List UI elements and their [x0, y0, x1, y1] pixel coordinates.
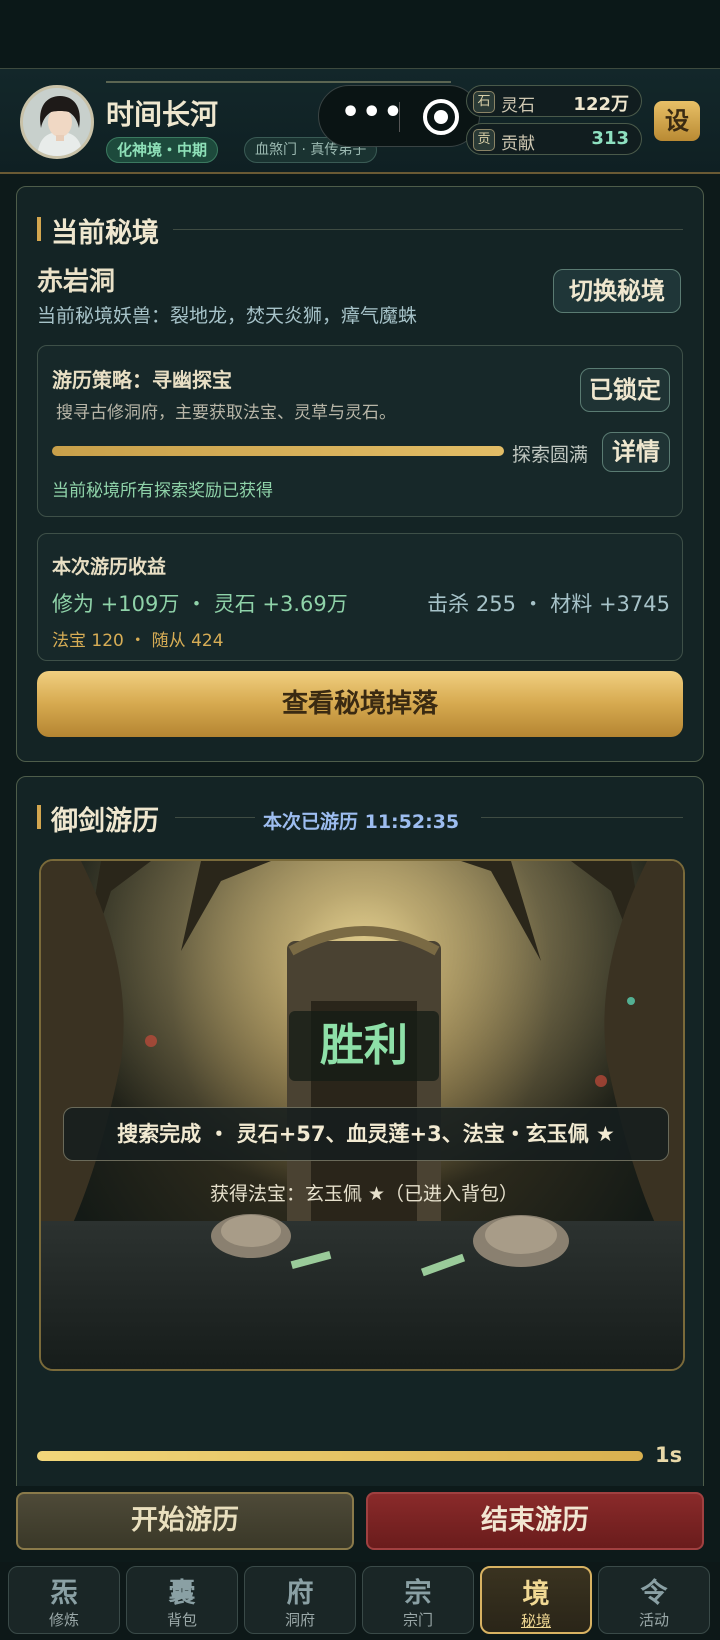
victory-label: 胜利 — [289, 1011, 439, 1081]
spirit-stone-counter: 石 灵石 122万 — [466, 85, 642, 117]
spirit-stone-icon: 石 — [473, 91, 495, 113]
bottom-tab-bar: 炁 修炼 囊 背包 府 洞府 宗 宗门 境 秘境 令 活动 — [0, 1562, 720, 1640]
elapsed-time: 本次已游历 11:52:35 — [263, 811, 460, 833]
spirit-stone-value: 122万 — [573, 94, 629, 115]
switch-realm-button[interactable]: 切换秘境 — [553, 269, 681, 313]
panel-title: 当前秘境 — [37, 211, 159, 250]
cultivate-icon: 炁 — [50, 1578, 78, 1609]
capsule-divider — [399, 102, 400, 132]
events-icon: 令 — [640, 1578, 668, 1609]
mini-program-capsule: ••• — [318, 85, 480, 147]
cave-scene-image: 胜利 搜索完成 ・ 灵石+57、血灵莲+3、法宝・玄玉佩 ★ 获得法宝：玄玉佩 … — [39, 859, 685, 1371]
tab-sect[interactable]: 宗 宗门 — [362, 1566, 474, 1634]
tab-cave-abode[interactable]: 府 洞府 — [244, 1566, 356, 1634]
earnings-kills-materials: 击杀 255 ・ 材料 +3745 — [427, 592, 670, 616]
travel-timer-label: 1s — [655, 1443, 683, 1467]
view-drops-button[interactable]: 查看秘境掉落 — [37, 671, 683, 737]
treasure-obtained-text: 获得法宝：玄玉佩 ★（已进入背包） — [209, 1183, 519, 1205]
tab-label: 洞府 — [284, 1611, 315, 1629]
tab-events[interactable]: 令 活动 — [598, 1566, 710, 1634]
status-bar-area — [0, 0, 720, 68]
sword-travel-panel: 御剑游历 本次已游历 11:52:35 胜利 搜索完成 ・ 灵石+57、血灵莲+… — [16, 776, 704, 1496]
earnings-title: 本次游历收益 — [52, 556, 167, 578]
current-realm-panel: 当前秘境 赤岩洞 当前秘境妖兽：裂地龙，焚天炎狮，瘴气魔蛛 切换秘境 游历策略：… — [16, 186, 704, 762]
end-travel-button[interactable]: 结束游历 — [366, 1492, 704, 1550]
avatar-portrait-icon — [23, 88, 91, 156]
title-divider — [175, 817, 255, 818]
realm-monsters: 当前秘境妖兽：裂地龙，焚天炎狮，瘴气魔蛛 — [37, 305, 418, 327]
tab-label: 背包 — [166, 1611, 197, 1629]
detail-button[interactable]: 详情 — [602, 432, 670, 472]
cave-abode-icon: 府 — [286, 1578, 314, 1609]
tab-label: 修炼 — [48, 1611, 79, 1629]
more-dots-icon[interactable]: ••• — [341, 98, 403, 132]
tab-label: 秘境 — [520, 1612, 551, 1630]
avatar[interactable] — [20, 85, 94, 159]
locked-button[interactable]: 已锁定 — [580, 368, 670, 412]
title-divider — [481, 817, 683, 818]
player-header: 时间长河 化神境・中期 血煞门 · 真传弟子 ••• 石 灵石 122万 贡 贡… — [0, 68, 720, 174]
contribution-icon: 贡 — [473, 129, 495, 151]
travel-timer-fill — [37, 1451, 643, 1461]
strategy-title: 游历策略：寻幽探宝 — [52, 368, 232, 392]
name-divider — [106, 81, 451, 83]
travel-timer-bar — [37, 1451, 643, 1461]
settings-button[interactable]: 设 — [654, 101, 700, 141]
contribution-value: 313 — [591, 128, 629, 149]
contribution-label: 贡献 — [501, 134, 535, 154]
spirit-stone-label: 灵石 — [501, 96, 535, 116]
strategy-card: 游历策略：寻幽探宝 搜寻古修洞府，主要获取法宝、灵草与灵石。 已锁定 探索圆满 … — [37, 345, 683, 517]
search-result-banner: 搜索完成 ・ 灵石+57、血灵莲+3、法宝・玄玉佩 ★ — [63, 1107, 669, 1161]
earnings-treasures-followers: 法宝 120 ・ 随从 424 — [52, 631, 224, 651]
contribution-counter: 贡 贡献 313 — [466, 123, 642, 155]
realm-name: 赤岩洞 — [37, 267, 116, 297]
tab-secret-realm[interactable]: 境 秘境 — [480, 1566, 592, 1634]
reward-note: 当前秘境所有探索奖励已获得 — [52, 481, 273, 501]
tab-cultivate[interactable]: 炁 修炼 — [8, 1566, 120, 1634]
backpack-icon: 囊 — [168, 1578, 196, 1609]
strategy-desc: 搜寻古修洞府，主要获取法宝、灵草与灵石。 — [56, 403, 396, 423]
secret-realm-icon: 境 — [522, 1579, 550, 1610]
title-divider — [173, 229, 683, 230]
sect-icon: 宗 — [404, 1578, 432, 1609]
tab-label: 宗门 — [402, 1611, 433, 1629]
player-name: 时间长河 — [106, 98, 219, 131]
action-bar: 开始游历 结束游历 — [0, 1486, 720, 1562]
tab-backpack[interactable]: 囊 背包 — [126, 1566, 238, 1634]
start-travel-button[interactable]: 开始游历 — [16, 1492, 354, 1550]
exploration-progress-text: 探索圆满 — [512, 444, 589, 466]
realm-badge: 化神境・中期 — [106, 137, 219, 163]
earnings-card: 本次游历收益 修为 +109万 ・ 灵石 +3.69万 击杀 255 ・ 材料 … — [37, 533, 683, 661]
target-icon[interactable] — [423, 99, 459, 135]
tab-label: 活动 — [638, 1611, 669, 1629]
earnings-cultivation-stones: 修为 +109万 ・ 灵石 +3.69万 — [52, 592, 348, 616]
exploration-progress-fill — [52, 446, 504, 456]
panel-title: 御剑游历 — [37, 799, 159, 838]
exploration-progress-bar — [52, 446, 504, 456]
